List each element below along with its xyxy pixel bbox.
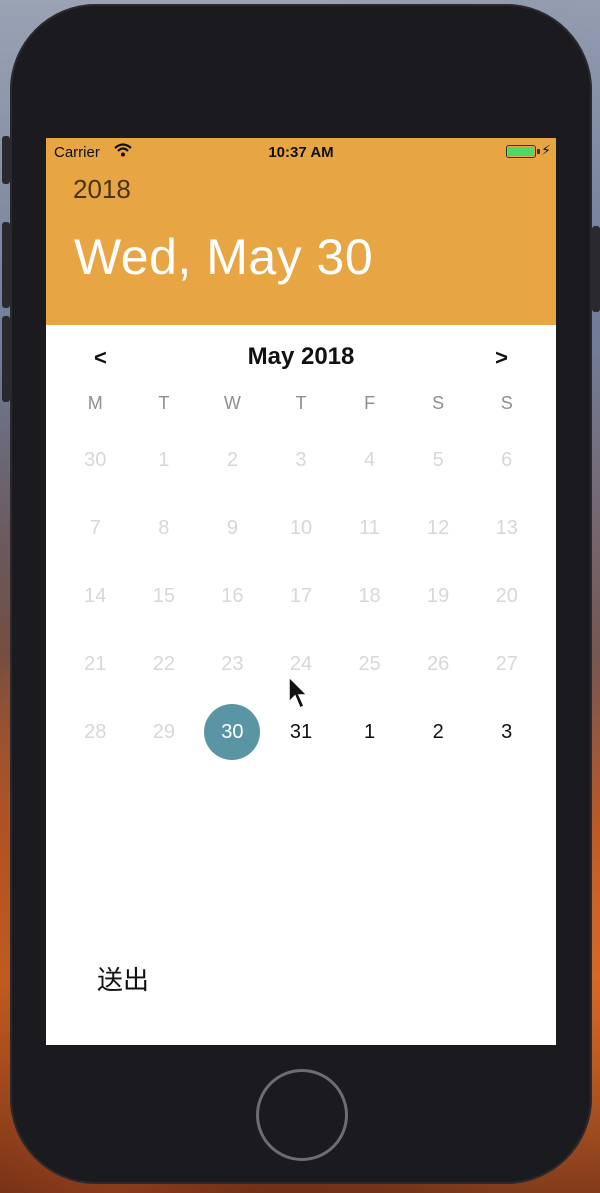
header-selected-date[interactable]: Wed, May 30 <box>74 228 373 286</box>
next-month-button[interactable]: > <box>495 345 508 371</box>
day-cell-disabled: 15 <box>152 584 175 607</box>
day-cell-disabled: 13 <box>495 516 518 539</box>
day-cell-disabled: 29 <box>152 720 175 743</box>
weekday-label: T <box>158 393 170 413</box>
month-navigation: < May 2018 > <box>46 325 556 385</box>
day-cell-disabled: 12 <box>427 516 450 539</box>
day-cell-disabled: 23 <box>221 652 244 675</box>
day-cell-disabled: 14 <box>84 584 107 607</box>
day-cell-disabled: 28 <box>84 720 107 743</box>
weekday-label: F <box>364 393 376 413</box>
weekday-label: T <box>295 393 307 413</box>
day-cell-disabled: 1 <box>158 448 170 471</box>
day-cell-disabled: 18 <box>358 584 381 607</box>
mute-switch <box>2 136 10 184</box>
day-cell-disabled: 26 <box>427 652 450 675</box>
weekday-label: S <box>432 393 445 413</box>
day-cell-disabled: 30 <box>84 448 107 471</box>
date-picker-header: 2018 Wed, May 30 <box>46 166 556 325</box>
day-cell[interactable]: 3 <box>472 698 541 766</box>
battery-icon <box>506 145 536 158</box>
day-cell[interactable]: 2 <box>404 698 473 766</box>
day-cell-disabled: 8 <box>158 516 170 539</box>
mouse-cursor-icon <box>288 675 309 715</box>
status-bar: Carrier 10:37 AM ⚡ <box>46 138 556 166</box>
app-screen: Carrier 10:37 AM ⚡ 2018 Wed, May 30 < Ma… <box>46 138 556 1045</box>
day-cell-disabled: 17 <box>289 584 313 607</box>
home-button[interactable] <box>256 1069 348 1161</box>
day-cell-disabled: 19 <box>427 584 450 607</box>
day-cell-disabled: 2 <box>226 448 238 471</box>
weekday-row: M T W T F S S <box>61 393 541 414</box>
day-cell-disabled: 5 <box>432 448 444 471</box>
weekday-label: M <box>87 393 103 413</box>
weekday-label: W <box>223 393 241 413</box>
day-cell-disabled: 27 <box>495 652 518 675</box>
day-cell-disabled: 10 <box>289 516 313 539</box>
submit-button[interactable]: 送出 <box>97 960 149 997</box>
day-cell-disabled: 3 <box>295 448 307 471</box>
battery-tip <box>537 149 540 154</box>
day-cell-disabled: 7 <box>89 516 101 539</box>
status-time: 10:37 AM <box>268 144 334 161</box>
day-cell-disabled: 22 <box>152 652 175 675</box>
day-cell-disabled: 6 <box>501 448 513 471</box>
day-cell-disabled: 16 <box>221 584 244 607</box>
weekday-label: S <box>500 393 513 413</box>
day-cell-selected[interactable]: 30 <box>198 698 267 766</box>
day-cell-disabled: 20 <box>495 584 518 607</box>
day-cell-disabled: 21 <box>84 652 107 675</box>
power-button <box>592 226 600 312</box>
day-cell-disabled: 11 <box>359 516 380 539</box>
day-cell-disabled: 9 <box>226 516 238 539</box>
volume-up-button <box>2 222 10 308</box>
volume-down-button <box>2 316 10 402</box>
day-cell-disabled: 4 <box>364 448 376 471</box>
charging-bolt-icon: ⚡ <box>541 142 551 158</box>
day-grid: 30 1 2 3 4 5 6 7 8 9 10 11 12 13 14 15 1… <box>61 426 541 766</box>
day-cell[interactable]: 1 <box>335 698 404 766</box>
day-cell-disabled: 25 <box>358 652 381 675</box>
header-year[interactable]: 2018 <box>73 174 131 205</box>
month-title: May 2018 <box>247 343 355 370</box>
